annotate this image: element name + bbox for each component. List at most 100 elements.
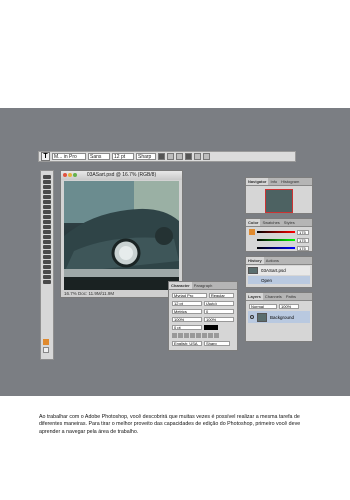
- blend-mode-select[interactable]: Normal: [249, 303, 277, 309]
- background-color-swatch[interactable]: [43, 347, 49, 353]
- underline-button[interactable]: [208, 332, 213, 338]
- align-center-button[interactable]: [167, 153, 174, 160]
- font-size-select[interactable]: 12 pt: [112, 153, 134, 160]
- align-right-button[interactable]: [176, 153, 183, 160]
- antialias-select[interactable]: Sharp: [136, 153, 156, 160]
- crop-tool-icon[interactable]: [43, 195, 51, 199]
- align-left-button[interactable]: [158, 153, 165, 160]
- history-item[interactable]: 03ASart.psd: [248, 266, 310, 275]
- tab-character[interactable]: Character: [169, 282, 192, 289]
- path-selection-tool-icon[interactable]: [43, 245, 51, 249]
- toolbox: [40, 170, 54, 360]
- character-panel: Character Paragraph Myriad Pro Regular 1…: [168, 281, 238, 351]
- layer-row[interactable]: Background: [248, 311, 310, 323]
- healing-brush-tool-icon[interactable]: [43, 205, 51, 209]
- document-window: 03ASart.psd @ 16.7% (RGB/8) 16.7% Doc: 1…: [60, 170, 183, 298]
- navigator-thumbnail[interactable]: [265, 189, 293, 213]
- type-tool-icon[interactable]: [43, 250, 51, 254]
- font-style-field[interactable]: Regular: [208, 292, 234, 298]
- lasso-tool-icon[interactable]: [43, 185, 51, 189]
- history-brush-tool-icon[interactable]: [43, 220, 51, 224]
- baseline-field[interactable]: 0 pt: [172, 324, 202, 330]
- car-photo: [64, 181, 179, 291]
- font-family-field[interactable]: Myriad Pro: [172, 292, 207, 298]
- pen-tool-icon[interactable]: [43, 255, 51, 259]
- vertical-scale-field[interactable]: 100%: [172, 316, 202, 322]
- foreground-chip[interactable]: [249, 229, 255, 235]
- font-size-field[interactable]: 12 pt: [172, 300, 202, 306]
- tab-info[interactable]: Info: [268, 178, 279, 185]
- tab-styles[interactable]: Styles: [282, 219, 297, 226]
- tab-color[interactable]: Color: [246, 219, 261, 226]
- small-caps-button[interactable]: [190, 332, 195, 338]
- document-title: 03ASart.psd @ 16.7% (RGB/8): [86, 172, 157, 178]
- visibility-eye-icon[interactable]: [250, 315, 254, 319]
- history-item[interactable]: Open: [248, 276, 310, 284]
- layers-panel: Layers Channels Paths Normal 100% Backgr…: [245, 292, 313, 342]
- blue-slider[interactable]: [257, 247, 295, 249]
- tab-swatches[interactable]: Swatches: [260, 219, 281, 226]
- marquee-tool-icon[interactable]: [43, 180, 51, 184]
- language-field[interactable]: English: USA: [172, 340, 202, 346]
- navigator-panel: Navigator Info Histogram: [245, 177, 313, 214]
- superscript-button[interactable]: [196, 332, 201, 338]
- faux-bold-button[interactable]: [172, 332, 177, 338]
- foreground-color-swatch[interactable]: [43, 339, 49, 345]
- notes-tool-icon[interactable]: [43, 265, 51, 269]
- tab-paths[interactable]: Paths: [284, 293, 298, 300]
- leading-field[interactable]: (Auto): [204, 300, 234, 306]
- green-value[interactable]: 175: [297, 237, 309, 243]
- red-slider[interactable]: [257, 231, 295, 233]
- slice-tool-icon[interactable]: [43, 200, 51, 204]
- history-snapshot-thumb: [248, 267, 258, 274]
- dodge-tool-icon[interactable]: [43, 240, 51, 244]
- tab-actions[interactable]: Actions: [264, 257, 281, 264]
- tab-paragraph[interactable]: Paragraph: [192, 282, 215, 289]
- palettes-button[interactable]: [203, 153, 210, 160]
- document-status-bar: 16.7% Doc: 11.9M/11.9M: [61, 290, 182, 297]
- red-value[interactable]: 175: [297, 229, 309, 235]
- clone-stamp-tool-icon[interactable]: [43, 215, 51, 219]
- type-tool-icon[interactable]: T: [41, 152, 50, 161]
- subscript-button[interactable]: [202, 332, 207, 338]
- close-dot-icon[interactable]: [63, 173, 67, 177]
- gradient-tool-icon[interactable]: [43, 230, 51, 234]
- strikethrough-button[interactable]: [214, 332, 219, 338]
- opacity-field[interactable]: 100%: [279, 303, 299, 309]
- tab-layers[interactable]: Layers: [246, 293, 263, 300]
- kerning-field[interactable]: Metrics: [172, 308, 202, 314]
- blur-tool-icon[interactable]: [43, 235, 51, 239]
- font-style-select[interactable]: Sans: [88, 153, 110, 160]
- all-caps-button[interactable]: [184, 332, 189, 338]
- green-slider[interactable]: [257, 239, 295, 241]
- maximize-dot-icon[interactable]: [73, 173, 77, 177]
- document-title-bar[interactable]: 03ASart.psd @ 16.7% (RGB/8): [61, 171, 182, 180]
- caption-text: Ao trabalhar com o Adobe Photoshop, você…: [39, 414, 301, 435]
- color-panel: Color Swatches Styles 175 175 175: [245, 218, 313, 252]
- blue-value[interactable]: 175: [297, 245, 309, 251]
- history-panel: History Actions 03ASart.psd Open: [245, 256, 313, 288]
- font-family-select[interactable]: M... in Pro: [52, 153, 86, 160]
- magic-wand-tool-icon[interactable]: [43, 190, 51, 194]
- tracking-field[interactable]: 0: [204, 308, 234, 314]
- tab-histogram[interactable]: Histogram: [279, 178, 301, 185]
- zoom-tool-icon[interactable]: [43, 280, 51, 284]
- horizontal-scale-field[interactable]: 100%: [204, 316, 234, 322]
- warp-text-button[interactable]: [194, 153, 201, 160]
- options-bar: T M... in Pro Sans 12 pt Sharp: [38, 151, 296, 162]
- text-color-chip[interactable]: [204, 324, 218, 330]
- move-tool-icon[interactable]: [43, 175, 51, 179]
- hand-tool-icon[interactable]: [43, 275, 51, 279]
- eyedropper-tool-icon[interactable]: [43, 270, 51, 274]
- tab-navigator[interactable]: Navigator: [246, 178, 269, 185]
- minimize-dot-icon[interactable]: [68, 173, 72, 177]
- layer-thumbnail: [257, 312, 267, 322]
- tab-channels[interactable]: Channels: [263, 293, 284, 300]
- text-color-swatch[interactable]: [185, 153, 192, 160]
- antialias-field[interactable]: Sharp: [204, 340, 230, 346]
- brush-tool-icon[interactable]: [43, 210, 51, 214]
- shape-tool-icon[interactable]: [43, 260, 51, 264]
- faux-italic-button[interactable]: [178, 332, 183, 338]
- tab-history[interactable]: History: [246, 257, 264, 264]
- eraser-tool-icon[interactable]: [43, 225, 51, 229]
